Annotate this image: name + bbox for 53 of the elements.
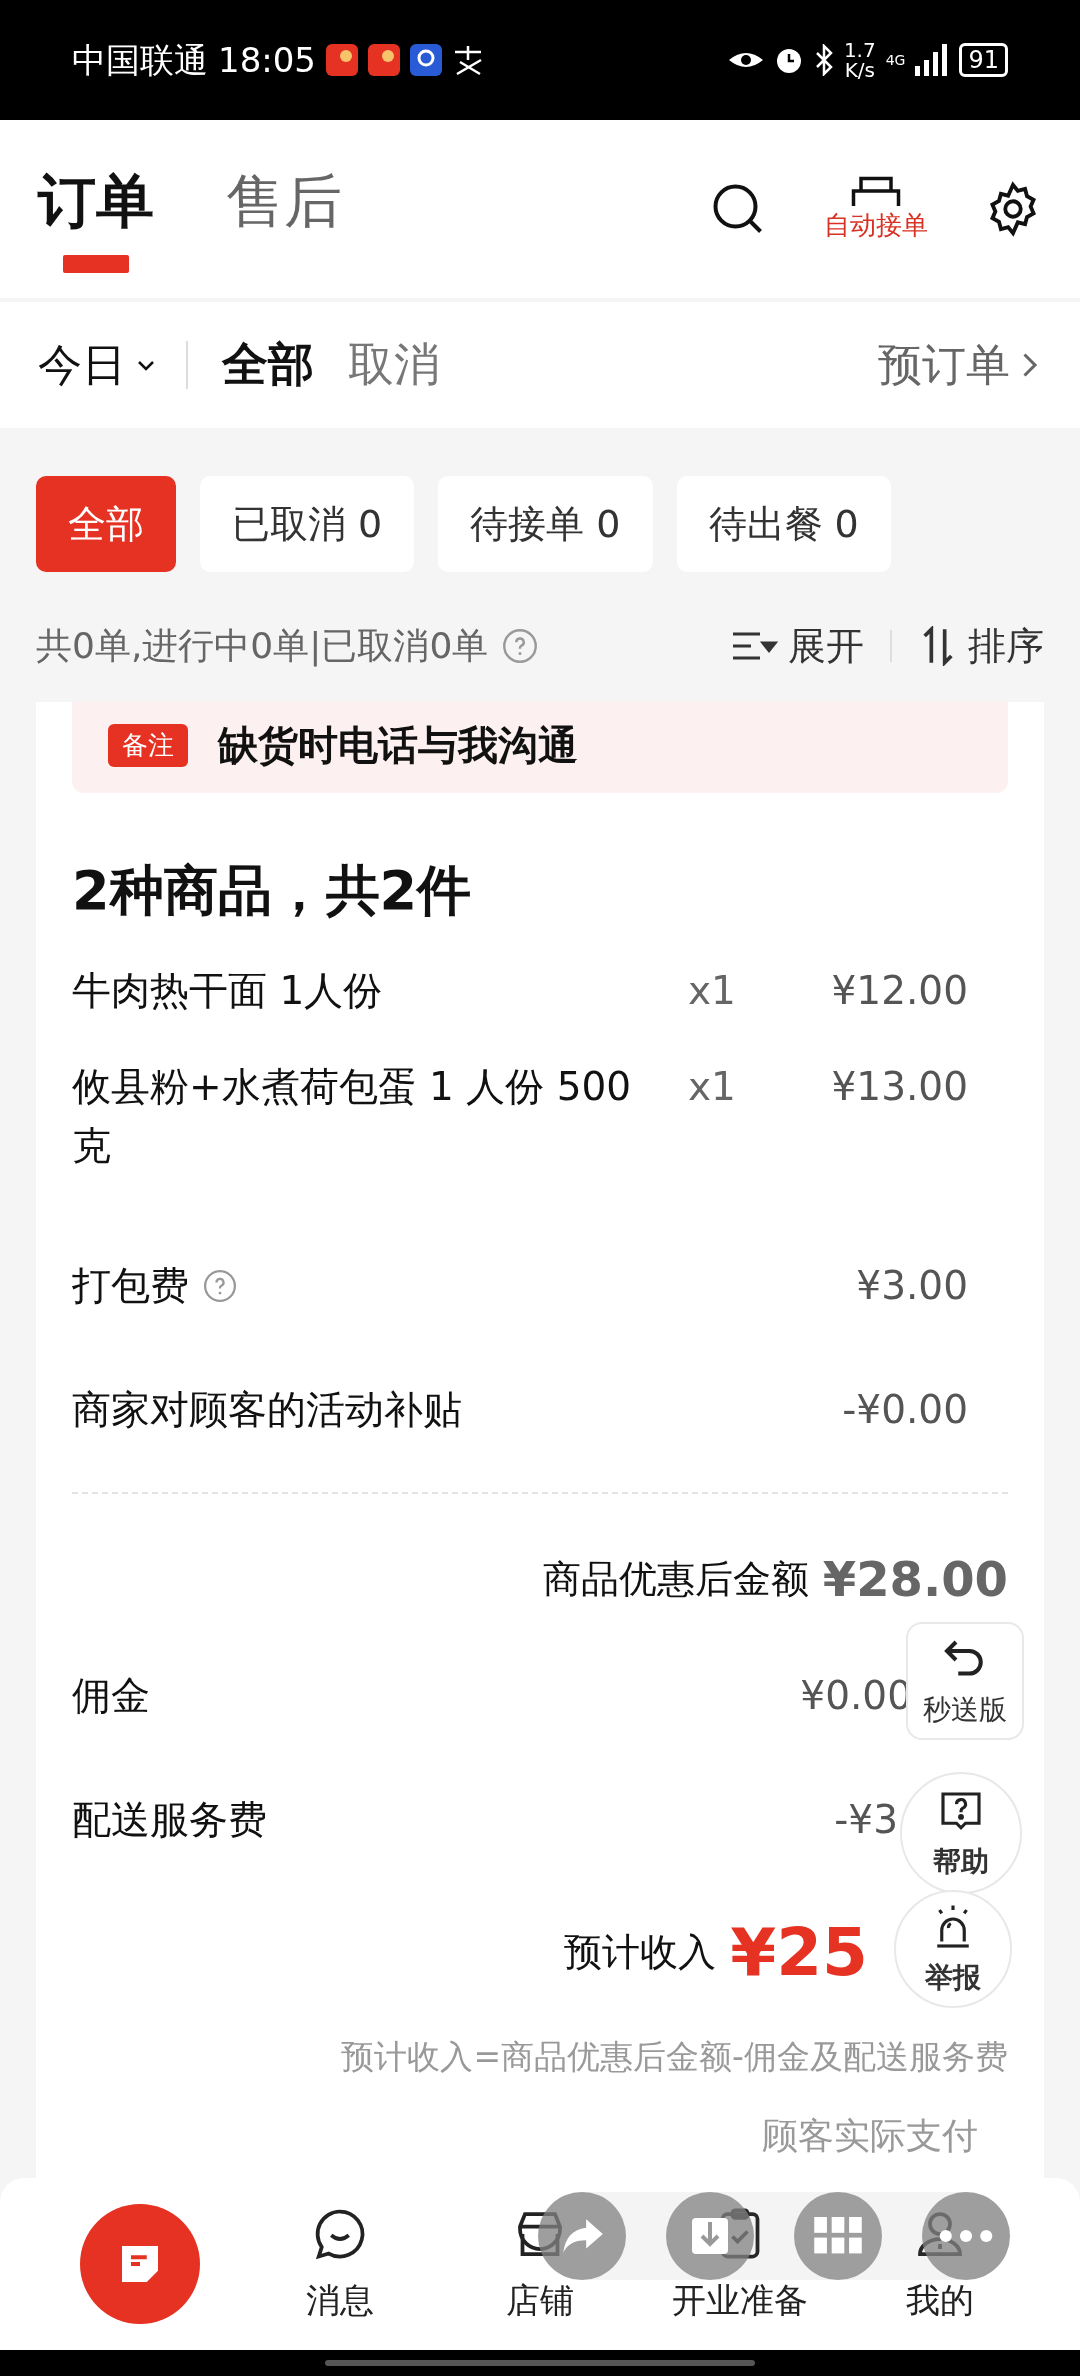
deduction-label: 配送服务费 [72, 1795, 267, 1844]
battery-indicator: 91 [959, 43, 1008, 77]
clock: 18:05 [218, 43, 316, 77]
date-dropdown[interactable]: 今日 [38, 341, 188, 389]
item-name: 牛肉热干面 1人份 [72, 967, 384, 1015]
carrier-name: 中国联通 [72, 43, 208, 77]
network-type: 4G [885, 53, 906, 67]
subtotal-amount: ¥28.00 [822, 1551, 1008, 1607]
subtotal-label: 商品优惠后金额 [542, 1555, 809, 1603]
help-icon[interactable] [502, 628, 539, 664]
expand-button[interactable]: 展开 [730, 620, 864, 672]
app-icon [368, 44, 400, 76]
nav-tab[interactable]: 消息 [240, 2204, 440, 2324]
order-summary: 共0单,进行中0单|已取消0单 [36, 623, 489, 669]
auto-accept-button[interactable]: 自动接单 [824, 175, 928, 243]
speed-unit: K/s [844, 60, 875, 80]
tab[interactable]: 售后 [226, 138, 342, 298]
floating-action-button[interactable]: 秒送版 [906, 1622, 1024, 1740]
preorder-link[interactable]: 预订单 [878, 335, 1042, 395]
fee-label: 商家对顾客的活动补贴 [72, 1385, 462, 1434]
grid-icon [814, 2217, 862, 2255]
sort-button[interactable]: 排序 [918, 620, 1044, 672]
fee-amount: -¥0.00 [842, 1385, 968, 1434]
tab[interactable]: 订单 [38, 138, 154, 298]
item-price: ¥12.00 [830, 967, 968, 1015]
more-icon [939, 2229, 993, 2243]
network-speed: 1.7 [843, 40, 876, 60]
item-name: 攸县粉+水煮荷包蛋 1 人份 500 克 [72, 1063, 633, 1170]
filter-chip[interactable]: 全部 [36, 476, 176, 572]
goods-count-title: 2种商品，共2件 [72, 858, 473, 924]
app-icon [410, 44, 442, 76]
fee-label: 打包费 [72, 1261, 189, 1310]
filter-chip[interactable]: 待接单 0 [438, 476, 653, 572]
item-quantity: x1 [687, 1063, 737, 1111]
note-tag: 备注 [108, 724, 188, 767]
view-tab[interactable]: 取消 [348, 334, 440, 396]
payment-app-icon [452, 44, 484, 76]
income-amount: ¥25 [730, 1913, 868, 1991]
view-tab[interactable]: 全部 [222, 334, 314, 396]
signal-icon [915, 44, 950, 76]
deduction-label: 佣金 [72, 1671, 150, 1720]
help-icon[interactable] [203, 1269, 237, 1303]
note-text: 缺货时电话与我沟通 [218, 721, 578, 770]
income-label: 预计收入 [564, 1928, 717, 1976]
income-formula: 预计收入=商品优惠后金额-佣金及配送服务费 [341, 2035, 1008, 2078]
filter-chip[interactable]: 已取消 0 [200, 476, 415, 572]
item-price: ¥13.00 [830, 1063, 968, 1111]
item-quantity: x1 [687, 967, 737, 1015]
fee-amount: ¥3.00 [856, 1261, 968, 1310]
deduction-amount: -¥3 [834, 1795, 898, 1844]
filter-chip[interactable]: 待出餐 0 [676, 476, 891, 572]
app-icon [326, 44, 358, 76]
bluetooth-icon [813, 44, 834, 76]
